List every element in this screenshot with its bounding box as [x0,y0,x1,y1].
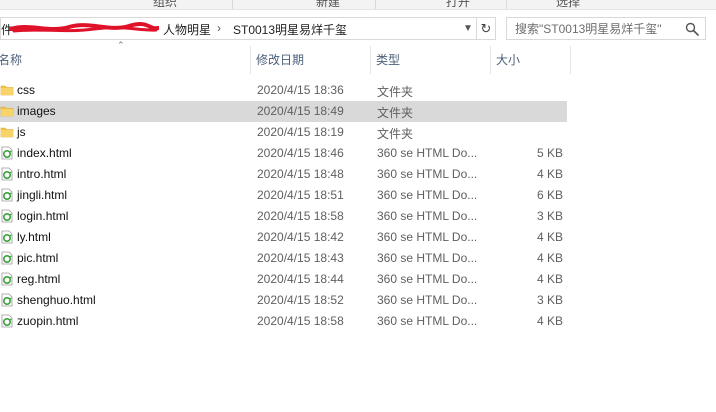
file-size: 4 KB [536,230,563,244]
ribbon-open-label[interactable]: 打开 [446,0,470,9]
html-file-icon [1,293,13,307]
file-date: 2020/4/15 18:51 [257,188,344,202]
file-type: 360 se HTML Do... [377,167,478,181]
file-name: reg.html [17,272,61,286]
file-row-index[interactable]: index.html 2020/4/15 18:46 360 se HTML D… [0,143,567,164]
column-divider[interactable] [570,46,571,74]
file-type: 360 se HTML Do... [377,146,478,160]
file-date: 2020/4/15 18:46 [257,146,344,160]
file-type: 360 se HTML Do... [377,293,478,307]
file-size: 4 KB [536,251,563,265]
file-type: 360 se HTML Do... [377,209,478,223]
file-date: 2020/4/15 18:43 [257,251,344,265]
breadcrumb-current[interactable]: ST0013明星易烊千玺 [233,21,347,38]
file-name: css [17,83,35,97]
file-date: 2020/4/15 18:52 [257,293,344,307]
file-date: 2020/4/15 18:44 [257,272,344,286]
file-date: 2020/4/15 18:19 [257,125,344,139]
file-name: shenghuo.html [17,293,96,307]
html-file-icon [1,230,13,244]
html-file-icon [1,251,13,265]
file-name: js [17,125,26,139]
file-row-ly[interactable]: ly.html 2020/4/15 18:42 360 se HTML Do..… [0,227,567,248]
file-type: 360 se HTML Do... [377,188,478,202]
file-row-shenghuo[interactable]: shenghuo.html 2020/4/15 18:52 360 se HTM… [0,290,567,311]
file-type: 文件夹 [377,85,414,99]
sort-ascending-icon: ⌃ [117,40,125,50]
file-date: 2020/4/15 18:36 [257,83,344,97]
address-bar[interactable]: 件 人物明星 › ST0013明星易烊千玺 ▼ [0,17,477,40]
file-name: zuopin.html [17,314,79,328]
file-date: 2020/4/15 18:49 [257,104,344,118]
file-row-jingli[interactable]: jingli.html 2020/4/15 18:51 360 se HTML … [0,185,567,206]
breadcrumb-parent[interactable]: 人物明星 [163,21,211,38]
chevron-down-icon[interactable]: ▼ [462,22,474,36]
column-header-size[interactable]: 大小 [490,46,570,74]
column-header-row: 名称 修改日期 类型 大小 [0,46,572,74]
ribbon-new-label[interactable]: 新建 [316,0,340,9]
file-type: 360 se HTML Do... [377,230,478,244]
search-box[interactable] [506,17,706,40]
folder-icon [0,106,14,117]
refresh-icon: ↻ [480,21,492,36]
redaction-scribble [9,22,159,33]
file-row-zuopin[interactable]: zuopin.html 2020/4/15 18:58 360 se HTML … [0,311,567,332]
file-type: 文件夹 [377,106,414,120]
column-header-date[interactable]: 修改日期 [250,46,370,74]
file-name: intro.html [17,167,67,181]
folder-icon [0,85,14,96]
file-size: 4 KB [536,314,563,328]
file-type: 360 se HTML Do... [377,251,478,265]
html-file-icon [1,314,13,328]
search-icon[interactable] [685,22,699,36]
html-file-icon [1,209,13,223]
file-name: jingli.html [17,188,68,202]
folder-icon [0,127,14,138]
file-date: 2020/4/15 18:42 [257,230,344,244]
ribbon-toolbar: 组织 新建 打开 选择 [0,0,716,10]
file-row-reg[interactable]: reg.html 2020/4/15 18:44 360 se HTML Do.… [0,269,567,290]
file-row-login[interactable]: login.html 2020/4/15 18:58 360 se HTML D… [0,206,567,227]
file-name: images [17,104,56,118]
ribbon-divider [375,0,376,9]
file-size: 5 KB [536,146,563,160]
file-name: pic.html [17,251,59,265]
file-row-pic[interactable]: pic.html 2020/4/15 18:43 360 se HTML Do.… [0,248,567,269]
file-size: 6 KB [536,188,563,202]
file-row-intro[interactable]: intro.html 2020/4/15 18:48 360 se HTML D… [0,164,567,185]
file-date: 2020/4/15 18:58 [257,314,344,328]
refresh-button[interactable]: ↻ [477,17,496,40]
file-row-css[interactable]: css 2020/4/15 18:36 文件夹 [0,80,567,101]
file-name: login.html [17,209,69,223]
html-file-icon [1,272,13,286]
file-row-images[interactable]: images 2020/4/15 18:49 文件夹 [0,101,567,122]
file-size: 4 KB [536,167,563,181]
html-file-icon [1,167,13,181]
ribbon-organize-label[interactable]: 组织 [153,0,177,9]
file-type: 360 se HTML Do... [377,272,478,286]
column-header-name[interactable]: 名称 [0,46,250,74]
breadcrumb-separator[interactable]: › [217,21,221,35]
search-input[interactable] [507,18,677,39]
file-size: 3 KB [536,293,563,307]
ribbon-divider [506,0,507,9]
file-date: 2020/4/15 18:48 [257,167,344,181]
ribbon-divider [232,0,233,9]
html-file-icon [1,146,13,160]
file-type: 360 se HTML Do... [377,314,478,328]
file-name: ly.html [17,230,51,244]
file-date: 2020/4/15 18:58 [257,209,344,223]
file-size: 3 KB [536,209,563,223]
ribbon-select-label[interactable]: 选择 [556,0,580,9]
file-type: 文件夹 [377,127,414,141]
column-header-type[interactable]: 类型 [370,46,490,74]
html-file-icon [1,188,13,202]
file-row-js[interactable]: js 2020/4/15 18:19 文件夹 [0,122,567,143]
file-size: 4 KB [536,272,563,286]
file-name: index.html [17,146,72,160]
